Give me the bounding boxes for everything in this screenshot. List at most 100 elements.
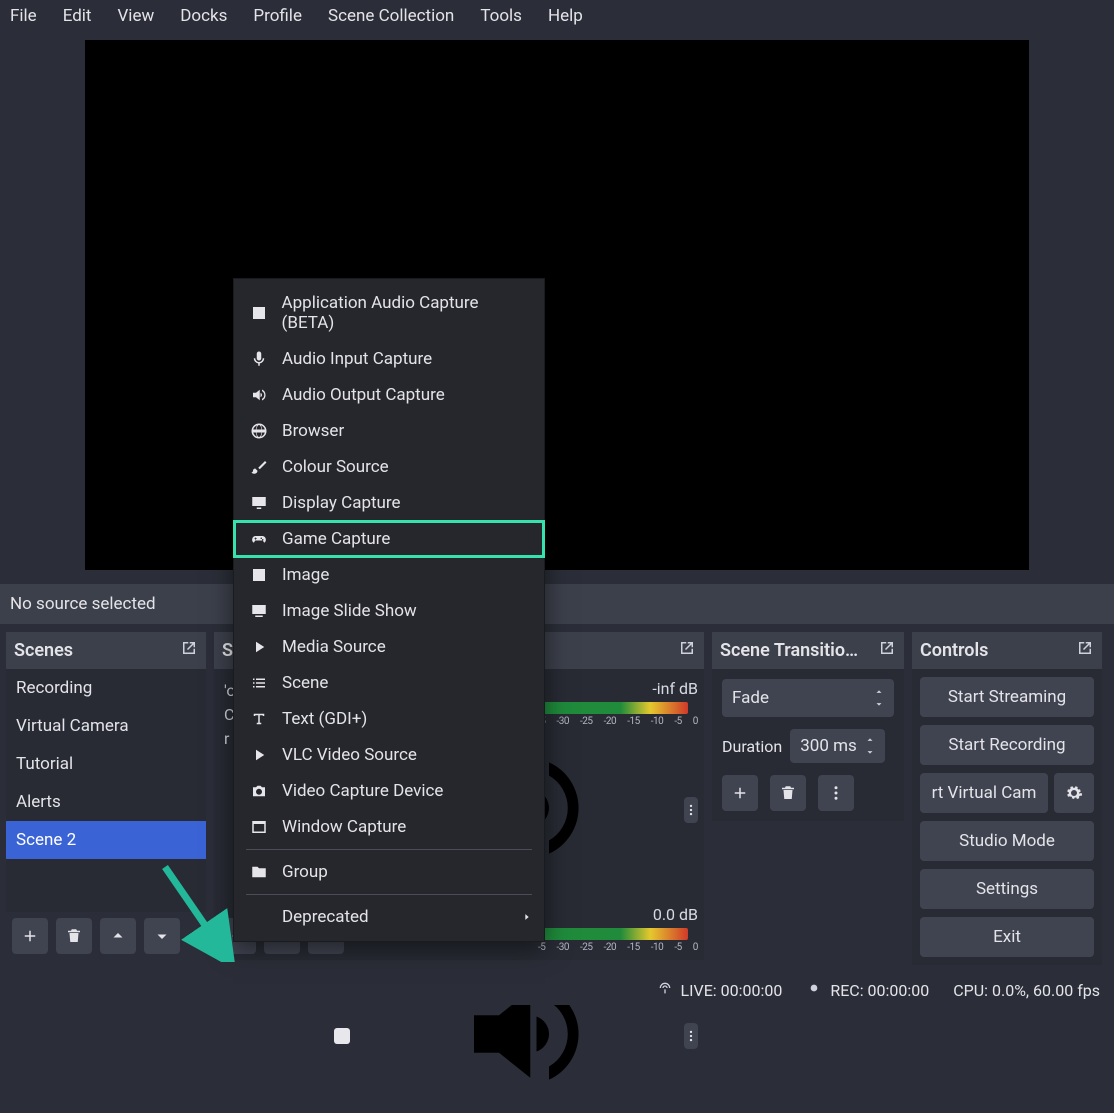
menu-item-label: Browser [282, 421, 344, 441]
popout-icon[interactable] [878, 639, 896, 662]
popout-icon[interactable] [180, 639, 198, 662]
scene-list: RecordingVirtual CameraTutorialAlertsSce… [6, 669, 206, 859]
menu-tools[interactable]: Tools [480, 6, 522, 26]
add-transition-button[interactable] [722, 775, 758, 811]
start-recording-button[interactable]: Start Recording [920, 725, 1094, 765]
menu-file[interactable]: File [10, 6, 37, 26]
audio-db-1: -inf dB [538, 679, 698, 698]
slideshow-icon [248, 602, 270, 620]
menu-item-label: Video Capture Device [282, 781, 443, 801]
menu-item-scene[interactable]: Scene [234, 665, 544, 701]
transition-properties-button[interactable] [818, 775, 854, 811]
play-icon [248, 746, 270, 764]
menu-item-label: Colour Source [282, 457, 389, 477]
menu-item-window-capture[interactable]: Window Capture [234, 809, 544, 845]
scene-item[interactable]: Scene 2 [6, 821, 206, 859]
menu-item-image[interactable]: Image [234, 557, 544, 593]
menu-item-group[interactable]: Group [234, 854, 544, 890]
mic-icon [248, 350, 270, 368]
source-toolbar-label: No source selected [0, 584, 1114, 624]
menu-item-media-source[interactable]: Media Source [234, 629, 544, 665]
scene-item[interactable]: Tutorial [6, 745, 206, 783]
menu-item-text-gdi[interactable]: Text (GDI+) [234, 701, 544, 737]
status-bar: LIVE: 00:00:00 REC: 00:00:00 CPU: 0.0%, … [0, 975, 1114, 1005]
controls-dock: Controls Start Streaming Start Recording… [912, 632, 1102, 960]
audio-options-button[interactable] [684, 1023, 698, 1049]
record-icon [806, 980, 822, 1000]
add-scene-button[interactable] [12, 918, 48, 954]
popout-icon[interactable] [678, 639, 696, 662]
text-icon [248, 710, 270, 728]
menu-item-label: Scene [282, 673, 328, 693]
list-icon [248, 674, 270, 692]
menu-item-colour-source[interactable]: Colour Source [234, 449, 544, 485]
signal-icon [657, 980, 673, 1000]
remove-transition-button[interactable] [770, 775, 806, 811]
menu-item-label: VLC Video Source [282, 745, 417, 765]
folder-icon [248, 863, 270, 881]
menu-scene-collection[interactable]: Scene Collection [328, 6, 454, 26]
camera-icon [248, 782, 270, 800]
transitions-dock: Scene Transitio… Fade Duration 300 ms [712, 632, 904, 800]
popout-icon[interactable] [1076, 639, 1094, 662]
menu-item-label: Image Slide Show [282, 601, 417, 621]
controls-title: Controls [920, 640, 988, 661]
audio-scale-2: -5-30-25-20-15-10-50 [538, 942, 698, 953]
menu-item-video-capture-device[interactable]: Video Capture Device [234, 773, 544, 809]
brush-icon [248, 458, 270, 476]
menu-help[interactable]: Help [548, 6, 583, 26]
menu-item-label: Text (GDI+) [282, 709, 367, 729]
menu-item-label: Game Capture [282, 529, 390, 549]
annotation-arrow [155, 862, 235, 966]
menu-item-deprecated[interactable]: Deprecated [234, 899, 544, 935]
menu-item-label: Window Capture [282, 817, 406, 837]
menu-item-label: Application Audio Capture (BETA) [282, 293, 530, 333]
menu-profile[interactable]: Profile [253, 6, 302, 26]
menu-view[interactable]: View [117, 6, 154, 26]
menu-item-label: Deprecated [282, 907, 369, 927]
menu-item-audio-input-capture[interactable]: Audio Input Capture [234, 341, 544, 377]
exit-button[interactable]: Exit [920, 917, 1094, 957]
menu-item-image-slide-show[interactable]: Image Slide Show [234, 593, 544, 629]
scene-item[interactable]: Alerts [6, 783, 206, 821]
submenu-arrow-icon [522, 907, 532, 927]
virtual-cam-settings-button[interactable] [1054, 773, 1094, 813]
separator [246, 894, 532, 895]
menu-item-label: Display Capture [282, 493, 401, 513]
status-cpu: CPU: 0.0%, 60.00 fps [953, 981, 1100, 1000]
menu-item-audio-output-capture[interactable]: Audio Output Capture [234, 377, 544, 413]
duration-spinner[interactable]: 300 ms [790, 729, 885, 763]
scenes-title: Scenes [14, 640, 73, 661]
speaker-icon [248, 386, 270, 404]
image-icon [248, 566, 270, 584]
duration-label: Duration [722, 737, 782, 756]
status-live: LIVE: 00:00:00 [681, 981, 783, 1000]
audio-meter-2 [538, 928, 688, 940]
menu-item-label: Audio Output Capture [282, 385, 445, 405]
separator [246, 849, 532, 850]
menu-item-label: Audio Input Capture [282, 349, 432, 369]
audio-options-button[interactable] [684, 797, 698, 823]
move-scene-up-button[interactable] [100, 918, 136, 954]
menu-edit[interactable]: Edit [63, 6, 92, 26]
remove-scene-button[interactable] [56, 918, 92, 954]
menu-item-display-capture[interactable]: Display Capture [234, 485, 544, 521]
menu-item-label: Image [282, 565, 329, 585]
start-streaming-button[interactable]: Start Streaming [920, 677, 1094, 717]
menu-item-application-audio-capture-beta[interactable]: Application Audio Capture (BETA) [234, 285, 544, 341]
scene-item[interactable]: Virtual Camera [6, 707, 206, 745]
preview-canvas[interactable] [85, 40, 1029, 570]
status-rec: REC: 00:00:00 [830, 981, 929, 1000]
transition-select[interactable]: Fade [722, 679, 894, 717]
audio-db-2: 0.0 dB [538, 905, 698, 924]
menu-item-game-capture[interactable]: Game Capture [234, 521, 544, 557]
monitor-icon [248, 494, 270, 512]
settings-button[interactable]: Settings [920, 869, 1094, 909]
start-virtual-cam-button[interactable]: rt Virtual Cam [920, 773, 1048, 813]
menu-item-browser[interactable]: Browser [234, 413, 544, 449]
gamepad-icon [248, 530, 270, 548]
menu-item-vlc-video-source[interactable]: VLC Video Source [234, 737, 544, 773]
menu-docks[interactable]: Docks [180, 6, 227, 26]
studio-mode-button[interactable]: Studio Mode [920, 821, 1094, 861]
scene-item[interactable]: Recording [6, 669, 206, 707]
